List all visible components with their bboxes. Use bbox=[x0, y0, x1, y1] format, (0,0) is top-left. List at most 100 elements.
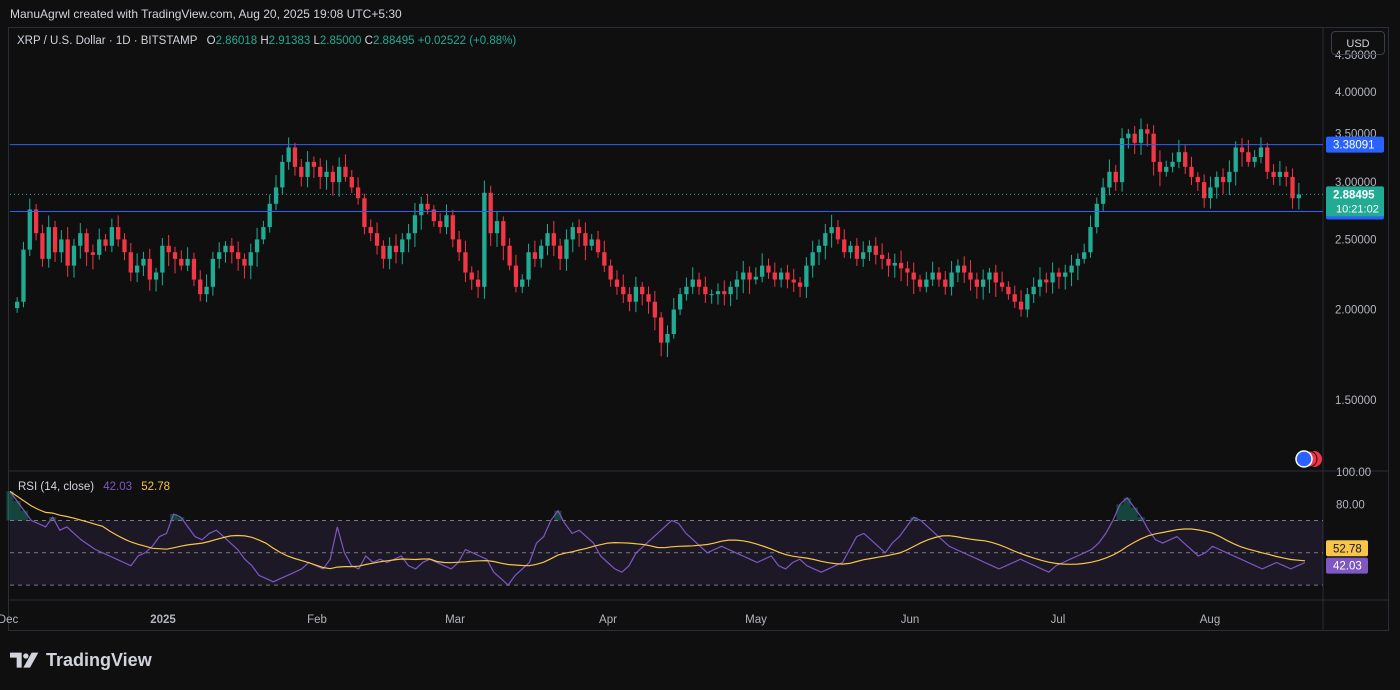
candle-body bbox=[419, 203, 424, 216]
candle-body bbox=[116, 227, 121, 240]
candle-body bbox=[103, 239, 108, 246]
candle-body bbox=[305, 161, 310, 177]
candle-body bbox=[614, 279, 620, 287]
chart-svg[interactable]: 4.500004.000003.500003.000002.500002.000… bbox=[0, 0, 1400, 690]
candle-body bbox=[381, 245, 386, 259]
candle-body bbox=[684, 286, 689, 295]
candle-body bbox=[829, 227, 834, 234]
candle-body bbox=[299, 166, 304, 177]
candle-body bbox=[557, 245, 563, 259]
candle-body bbox=[141, 258, 146, 266]
candle-body bbox=[1239, 147, 1245, 153]
close-label: C bbox=[364, 35, 373, 47]
candle-body bbox=[482, 192, 487, 287]
tradingview-logo[interactable]: TradingView bbox=[10, 650, 152, 671]
candle-body bbox=[456, 239, 462, 253]
candle-body bbox=[898, 262, 904, 269]
candle-body bbox=[1277, 171, 1283, 177]
low-value: 2.85000 bbox=[319, 35, 362, 47]
countdown-label: 10:21:02 bbox=[1336, 203, 1379, 215]
candle-body bbox=[734, 279, 740, 287]
rsi-overbought-fill bbox=[1130, 507, 1138, 521]
candle-body bbox=[1195, 176, 1200, 183]
candle-body bbox=[134, 265, 140, 273]
candle-body bbox=[993, 272, 998, 283]
candle-body bbox=[153, 272, 159, 280]
candle-body bbox=[438, 221, 443, 228]
ohlc-legend: XRP / U.S. Dollar · 1D · BITSTAMP O2.860… bbox=[17, 35, 516, 47]
candle-body bbox=[1176, 152, 1182, 162]
candle-body bbox=[501, 221, 506, 246]
candle-body bbox=[198, 279, 203, 295]
candle-body bbox=[539, 245, 544, 259]
candle-body bbox=[374, 233, 380, 246]
candle-body bbox=[324, 171, 329, 177]
candle-body bbox=[778, 272, 784, 280]
x-tick-label: Feb bbox=[307, 614, 327, 626]
open-label: O bbox=[206, 35, 216, 47]
rsi-overbought-fill bbox=[1116, 504, 1124, 521]
candle-body bbox=[1296, 194, 1301, 199]
candle-body bbox=[46, 227, 51, 259]
candle-body bbox=[728, 286, 733, 295]
candle-body bbox=[1012, 294, 1017, 302]
us-flag-icon bbox=[1295, 450, 1313, 468]
candle-body bbox=[659, 317, 664, 343]
candle-body bbox=[861, 252, 866, 259]
candle-body bbox=[981, 279, 986, 287]
candle-body bbox=[602, 252, 607, 266]
candle-body bbox=[520, 279, 525, 287]
candle-body bbox=[854, 245, 860, 259]
candle-body bbox=[172, 252, 178, 259]
candle-body bbox=[179, 258, 184, 266]
candle-body bbox=[40, 233, 45, 259]
candle-body bbox=[987, 272, 992, 280]
currency-button[interactable]: USD bbox=[1331, 31, 1385, 55]
candle-body bbox=[507, 245, 512, 266]
candle-body bbox=[330, 171, 335, 183]
candle-body bbox=[65, 239, 70, 266]
candle-body bbox=[223, 245, 228, 253]
candle-body bbox=[709, 294, 714, 296]
candle-body bbox=[210, 258, 216, 287]
candle-body bbox=[1006, 286, 1011, 295]
candle-body bbox=[217, 252, 222, 259]
candle-body bbox=[1126, 133, 1131, 139]
candle-body bbox=[122, 239, 127, 253]
candle-body bbox=[52, 227, 58, 253]
candle-body bbox=[71, 245, 77, 266]
candle-body bbox=[671, 309, 676, 335]
candle-body bbox=[1170, 161, 1175, 167]
candle-body bbox=[1063, 272, 1068, 277]
rsi-tick-label: 80.00 bbox=[1336, 499, 1365, 511]
candle-body bbox=[747, 272, 752, 280]
candle-body bbox=[848, 245, 853, 253]
rsi-label: RSI (14, close) bbox=[18, 481, 95, 493]
candle-body bbox=[1075, 258, 1081, 266]
candle-body bbox=[892, 262, 897, 266]
candle-body bbox=[292, 147, 298, 167]
candle-body bbox=[1290, 176, 1295, 199]
candle-body bbox=[273, 187, 279, 204]
candle-body bbox=[1088, 227, 1093, 253]
candle-body bbox=[810, 252, 815, 266]
candle-body bbox=[1056, 272, 1062, 277]
candle-body bbox=[785, 272, 790, 280]
candle-body bbox=[842, 239, 847, 253]
candle-body bbox=[27, 209, 32, 250]
candle-body bbox=[1265, 147, 1270, 172]
candle-body bbox=[362, 198, 367, 228]
candle-body bbox=[1233, 147, 1238, 172]
candle-body bbox=[21, 249, 26, 302]
x-tick-label: Jul bbox=[1051, 614, 1066, 626]
candle-body bbox=[1044, 279, 1049, 283]
candle-body bbox=[1069, 265, 1074, 273]
candle-body bbox=[242, 258, 247, 266]
x-tick-label: Aug bbox=[1200, 614, 1220, 626]
candle-body bbox=[78, 233, 83, 246]
x-tick-label: Mar bbox=[445, 614, 465, 626]
candle-body bbox=[835, 227, 841, 240]
candle-body bbox=[1107, 171, 1112, 188]
candle-body bbox=[15, 301, 20, 309]
candle-body bbox=[677, 294, 683, 310]
